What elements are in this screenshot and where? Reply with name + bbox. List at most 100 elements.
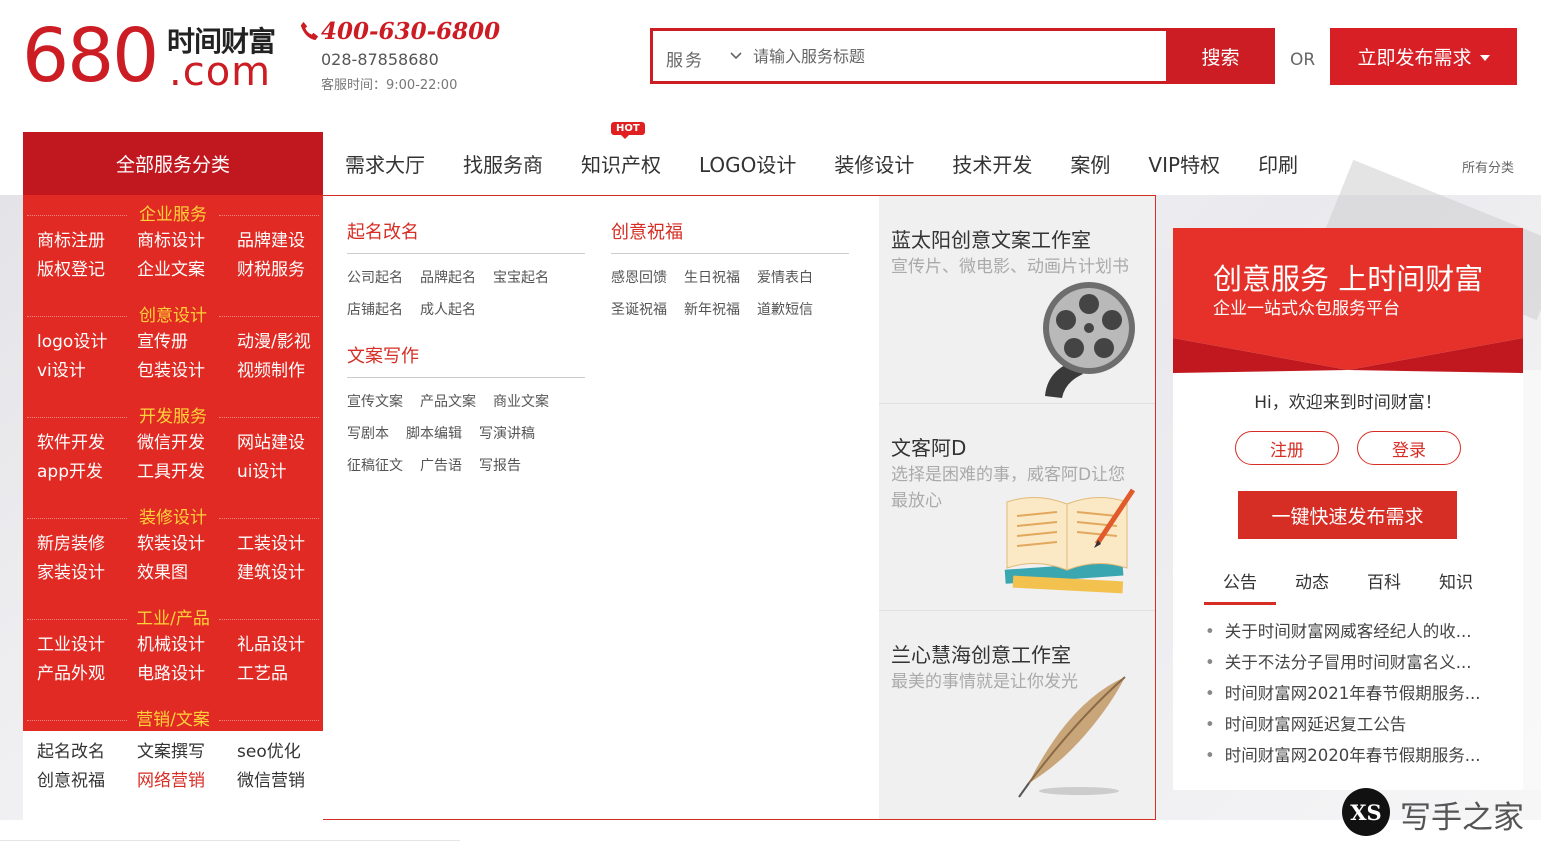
nav-item-vip[interactable]: VIP特权: [1148, 149, 1220, 178]
nav-item-demand-hall[interactable]: 需求大厅: [345, 149, 425, 178]
sidebar-link[interactable]: 动漫/影视: [237, 330, 337, 355]
sidebar-link[interactable]: 商标设计: [137, 229, 237, 254]
chevron-down-icon[interactable]: [729, 49, 743, 63]
sidebar-link[interactable]: logo设计: [37, 330, 137, 355]
site-logo[interactable]: 680 时间财富 .com: [22, 16, 282, 96]
quick-publish-button[interactable]: 一键快速发布需求: [1238, 491, 1457, 539]
sidebar-link[interactable]: ui设计: [237, 460, 337, 485]
login-button[interactable]: 登录: [1357, 431, 1461, 465]
news-item[interactable]: 关于时间财富网威客经纪人的收...: [1205, 616, 1505, 647]
panel-link[interactable]: 公司起名: [347, 262, 403, 294]
nav-item-decoration[interactable]: 装修设计: [834, 149, 914, 178]
sidebar-link[interactable]: 建筑设计: [237, 561, 337, 586]
sidebar-link[interactable]: 软件开发: [37, 431, 137, 456]
sidebar-link[interactable]: 软装设计: [137, 532, 237, 557]
all-categories-button[interactable]: 全部服务分类: [23, 132, 323, 195]
nav-item-find-provider[interactable]: 找服务商: [463, 149, 543, 178]
nav-item-ip-label: 知识产权: [581, 153, 661, 177]
sidebar-link[interactable]: 视频制作: [237, 359, 337, 384]
sidebar-link[interactable]: 工业设计: [37, 633, 137, 658]
sidebar-link[interactable]: app开发: [37, 460, 137, 485]
sidebar-link[interactable]: vi设计: [37, 359, 137, 384]
panel-link[interactable]: 新年祝福: [684, 294, 740, 326]
tab-knowledge[interactable]: 知识: [1420, 568, 1492, 605]
sidebar-link[interactable]: 财税服务: [237, 258, 337, 283]
sidebar-link[interactable]: 商标注册: [37, 229, 137, 254]
search-category-select[interactable]: 服务: [666, 46, 704, 71]
panel-link[interactable]: 写报告: [479, 450, 521, 482]
sidebar-link[interactable]: 工具开发: [137, 460, 237, 485]
sidebar-link[interactable]: 版权登记: [37, 258, 137, 283]
news-item[interactable]: 时间财富网2020年春节假期服务...: [1205, 740, 1505, 771]
hotline-number: 400-630-6800: [321, 18, 501, 45]
sidebar-link[interactable]: 工装设计: [237, 532, 337, 557]
sidebar-group: 企业服务 商标注册 商标设计 品牌建设 版权登记 企业文案 财税服务: [23, 201, 323, 283]
sidebar-link[interactable]: 新房装修: [37, 532, 137, 557]
panel-link[interactable]: 感恩回馈: [611, 262, 667, 294]
panel-link[interactable]: 圣诞祝福: [611, 294, 667, 326]
publish-demand-button[interactable]: 立即发布需求: [1330, 28, 1517, 85]
logo-number: 680: [22, 13, 159, 99]
sidebar-group-title: 开发服务: [23, 403, 323, 431]
sidebar-link-active[interactable]: 网络营销: [137, 769, 237, 794]
banner-title: 创意服务 上时间财富: [1213, 262, 1484, 296]
news-item[interactable]: 关于不法分子冒用时间财富名义...: [1205, 647, 1505, 678]
nav-item-cases[interactable]: 案例: [1070, 149, 1110, 178]
sidebar-link[interactable]: 机械设计: [137, 633, 237, 658]
banner-subtitle: 企业一站式众包服务平台: [1213, 299, 1400, 319]
news-item[interactable]: 时间财富网延迟复工公告: [1205, 709, 1505, 740]
sidebar-link[interactable]: 家装设计: [37, 561, 137, 586]
panel-link[interactable]: 道歉短信: [757, 294, 813, 326]
sidebar-link[interactable]: 起名改名: [37, 740, 137, 765]
panel-link[interactable]: 写演讲稿: [479, 418, 535, 450]
sidebar-link[interactable]: 微信开发: [137, 431, 237, 456]
sidebar-link[interactable]: 电路设计: [137, 662, 237, 687]
search-input[interactable]: [753, 43, 1153, 69]
panel-link[interactable]: 产品文案: [420, 386, 476, 418]
panel-link[interactable]: 写剧本: [347, 418, 389, 450]
sidebar-link[interactable]: 包装设计: [137, 359, 237, 384]
sidebar-link[interactable]: 产品外观: [37, 662, 137, 687]
search-button[interactable]: 搜索: [1166, 28, 1275, 84]
panel-column-title[interactable]: 文案写作: [347, 336, 585, 378]
panel-link[interactable]: 品牌起名: [420, 262, 476, 294]
tab-encyclopedia[interactable]: 百科: [1348, 568, 1420, 605]
sidebar-link[interactable]: 礼品设计: [237, 633, 337, 658]
sidebar-link[interactable]: 效果图: [137, 561, 237, 586]
studio-card[interactable]: 兰心慧海创意工作室 最美的事情就是让你发光: [879, 610, 1155, 819]
sidebar-link[interactable]: 文案撰写: [137, 740, 237, 765]
studio-card[interactable]: 蓝太阳创意文案工作室 宣传片、微电影、动画片计划书: [879, 196, 1155, 402]
nav-item-printing[interactable]: 印刷: [1258, 149, 1298, 178]
sidebar-link[interactable]: 企业文案: [137, 258, 237, 283]
welcome-greeting: Hi，欢迎来到时间财富！: [1254, 393, 1442, 413]
panel-column-title[interactable]: 创意祝福: [611, 212, 849, 254]
panel-link[interactable]: 商业文案: [493, 386, 549, 418]
sidebar-link[interactable]: 网站建设: [237, 431, 337, 456]
nav-item-ip[interactable]: 知识产权 HOT: [581, 122, 661, 178]
sidebar-link[interactable]: 品牌建设: [237, 229, 337, 254]
panel-link[interactable]: 生日祝福: [684, 262, 740, 294]
panel-link[interactable]: 脚本编辑: [406, 418, 462, 450]
nav-item-logo-design[interactable]: LOGO设计: [699, 149, 796, 178]
panel-link[interactable]: 爱情表白: [757, 262, 813, 294]
panel-link[interactable]: 成人起名: [420, 294, 476, 326]
sidebar-link[interactable]: 宣传册: [137, 330, 237, 355]
panel-link[interactable]: 广告语: [420, 450, 462, 482]
sidebar-link[interactable]: 工艺品: [237, 662, 337, 687]
panel-link[interactable]: 征稿征文: [347, 450, 403, 482]
category-sidebar: 企业服务 商标注册 商标设计 品牌建设 版权登记 企业文案 财税服务 创意设计 …: [23, 195, 323, 820]
tab-updates[interactable]: 动态: [1276, 568, 1348, 605]
panel-link[interactable]: 店铺起名: [347, 294, 403, 326]
all-categories-link[interactable]: 所有分类: [1462, 157, 1514, 176]
sidebar-link[interactable]: 微信营销: [237, 769, 337, 794]
news-item[interactable]: 时间财富网2021年春节假期服务...: [1205, 678, 1505, 709]
nav-item-tech-dev[interactable]: 技术开发: [952, 149, 1032, 178]
studio-card[interactable]: 文客阿D 选择是困难的事，威客阿D让您最放心: [879, 403, 1155, 609]
panel-link[interactable]: 宣传文案: [347, 386, 403, 418]
panel-link[interactable]: 宝宝起名: [493, 262, 549, 294]
panel-column-title[interactable]: 起名改名: [347, 212, 585, 254]
sidebar-link[interactable]: 创意祝福: [37, 769, 137, 794]
tab-announcements[interactable]: 公告: [1204, 568, 1276, 605]
sidebar-link[interactable]: seo优化: [237, 740, 337, 765]
register-button[interactable]: 注册: [1235, 431, 1339, 465]
